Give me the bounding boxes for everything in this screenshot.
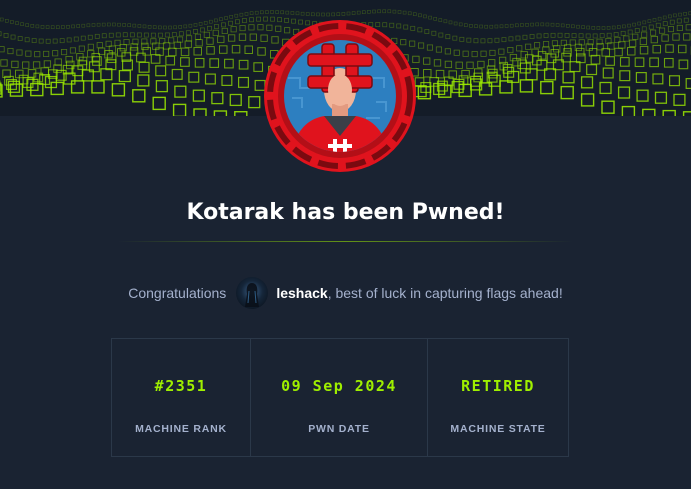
stat-pwn-date: 09 Sep 2024 PWN DATE — [251, 339, 428, 456]
stat-label: MACHINE RANK — [135, 423, 227, 435]
stat-value: 09 Sep 2024 — [281, 377, 397, 395]
username-link[interactable]: leshack — [276, 285, 327, 301]
page-title: Kotarak has been Pwned! — [186, 200, 505, 225]
stat-label: PWN DATE — [308, 423, 370, 435]
stat-label: MACHINE STATE — [450, 423, 546, 435]
stat-value: RETIRED — [461, 377, 535, 395]
title-divider — [118, 241, 573, 242]
stat-value: #2351 — [154, 377, 208, 395]
congrats-prefix: Congratulations — [128, 285, 227, 301]
congrats-message: Congratulations leshack , best of luck i… — [0, 276, 691, 310]
stat-machine-state: RETIRED MACHINE STATE — [428, 339, 568, 456]
stats-panel: #2351 MACHINE RANK 09 Sep 2024 PWN DATE … — [111, 338, 569, 457]
machine-avatar-icon — [262, 18, 418, 174]
stat-machine-rank: #2351 MACHINE RANK — [112, 339, 251, 456]
congrats-suffix: , best of luck in capturing flags ahead! — [327, 285, 563, 301]
user-avatar-icon[interactable] — [236, 277, 269, 309]
